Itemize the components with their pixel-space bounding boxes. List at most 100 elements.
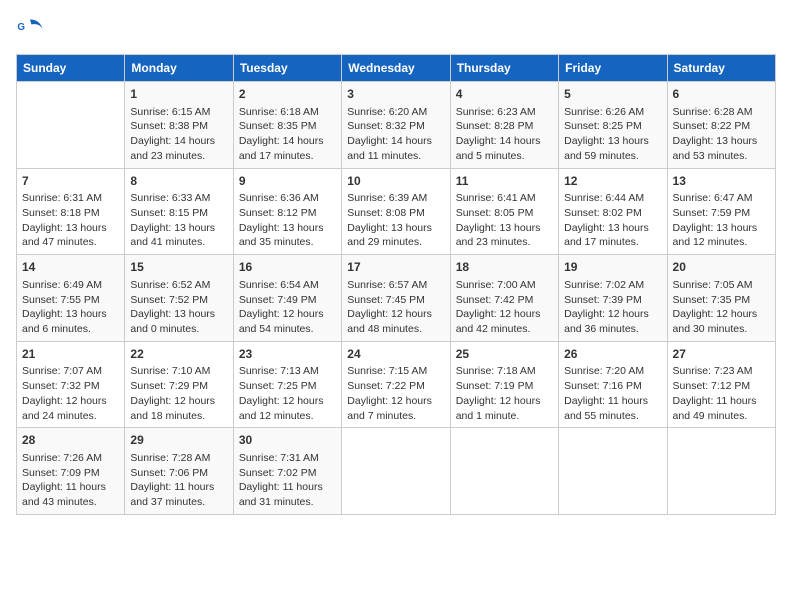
calendar-week-5: 28 Sunrise: 7:26 AM Sunset: 7:09 PM Dayli… <box>17 428 776 515</box>
day-info: Sunrise: 6:15 AM Sunset: 8:38 PM Dayligh… <box>130 105 227 164</box>
calendar-cell: 16 Sunrise: 6:54 AM Sunset: 7:49 PM Dayli… <box>233 255 341 342</box>
calendar-cell: 12Sunrise: 6:44 AM Sunset: 8:02 PM Dayli… <box>559 168 667 255</box>
day-info: Sunrise: 6:36 AM Sunset: 8:12 PM Dayligh… <box>239 191 336 250</box>
calendar-cell: 29Sunrise: 7:28 AM Sunset: 7:06 PM Dayli… <box>125 428 233 515</box>
calendar-week-2: 7Sunrise: 6:31 AM Sunset: 8:18 PM Daylig… <box>17 168 776 255</box>
day-info: Sunrise: 6:23 AM Sunset: 8:28 PM Dayligh… <box>456 105 553 164</box>
day-info: Sunrise: 7:18 AM Sunset: 7:19 PM Dayligh… <box>456 364 553 423</box>
day-info: Sunrise: 6:20 AM Sunset: 8:32 PM Dayligh… <box>347 105 444 164</box>
calendar-cell: 20Sunrise: 7:05 AM Sunset: 7:35 PM Dayli… <box>667 255 775 342</box>
day-number: 25 <box>456 346 553 363</box>
calendar-cell <box>559 428 667 515</box>
calendar-cell <box>450 428 558 515</box>
day-number: 11 <box>456 173 553 190</box>
day-number: 1 <box>130 86 227 103</box>
svg-text:G: G <box>17 22 25 33</box>
day-info: Sunrise: 7:10 AM Sunset: 7:29 PM Dayligh… <box>130 364 227 423</box>
day-info: Sunrise: 7:31 AM Sunset: 7:02 PM Dayligh… <box>239 451 336 510</box>
calendar-cell: 13Sunrise: 6:47 AM Sunset: 7:59 PM Dayli… <box>667 168 775 255</box>
day-number: 7 <box>22 173 119 190</box>
calendar-cell: 27Sunrise: 7:23 AM Sunset: 7:12 PM Dayli… <box>667 341 775 428</box>
day-number: 23 <box>239 346 336 363</box>
calendar-cell: 28 Sunrise: 7:26 AM Sunset: 7:09 PM Dayli… <box>17 428 125 515</box>
day-header-monday: Monday <box>125 55 233 82</box>
day-number: 30 <box>239 432 336 449</box>
calendar-cell <box>667 428 775 515</box>
calendar-cell: 18Sunrise: 7:00 AM Sunset: 7:42 PM Dayli… <box>450 255 558 342</box>
calendar-cell: 3 Sunrise: 6:20 AM Sunset: 8:32 PM Daylig… <box>342 82 450 169</box>
calendar-cell: 4 Sunrise: 6:23 AM Sunset: 8:28 PM Daylig… <box>450 82 558 169</box>
calendar-cell: 14 Sunrise: 6:49 AM Sunset: 7:55 PM Dayli… <box>17 255 125 342</box>
calendar-cell: 10Sunrise: 6:39 AM Sunset: 8:08 PM Dayli… <box>342 168 450 255</box>
calendar-cell: 23Sunrise: 7:13 AM Sunset: 7:25 PM Dayli… <box>233 341 341 428</box>
calendar-cell: 6 Sunrise: 6:28 AM Sunset: 8:22 PM Daylig… <box>667 82 775 169</box>
calendar-cell: 21Sunrise: 7:07 AM Sunset: 7:32 PM Dayli… <box>17 341 125 428</box>
calendar-cell: 19 Sunrise: 7:02 AM Sunset: 7:39 PM Dayli… <box>559 255 667 342</box>
day-number: 13 <box>673 173 770 190</box>
calendar-body: 1 Sunrise: 6:15 AM Sunset: 8:38 PM Daylig… <box>17 82 776 515</box>
day-info: Sunrise: 7:00 AM Sunset: 7:42 PM Dayligh… <box>456 278 553 337</box>
day-info: Sunrise: 7:23 AM Sunset: 7:12 PM Dayligh… <box>673 364 770 423</box>
day-info: Sunrise: 6:52 AM Sunset: 7:52 PM Dayligh… <box>130 278 227 337</box>
day-number: 2 <box>239 86 336 103</box>
day-number: 8 <box>130 173 227 190</box>
day-number: 9 <box>239 173 336 190</box>
day-header-sunday: Sunday <box>17 55 125 82</box>
day-info: Sunrise: 7:26 AM Sunset: 7:09 PM Dayligh… <box>22 451 119 510</box>
day-number: 26 <box>564 346 661 363</box>
day-number: 21 <box>22 346 119 363</box>
day-info: Sunrise: 6:49 AM Sunset: 7:55 PM Dayligh… <box>22 278 119 337</box>
day-number: 17 <box>347 259 444 276</box>
day-number: 6 <box>673 86 770 103</box>
day-info: Sunrise: 6:31 AM Sunset: 8:18 PM Dayligh… <box>22 191 119 250</box>
day-header-wednesday: Wednesday <box>342 55 450 82</box>
logo-icon: G <box>16 16 44 44</box>
calendar-cell: 30 Sunrise: 7:31 AM Sunset: 7:02 PM Dayli… <box>233 428 341 515</box>
day-info: Sunrise: 6:26 AM Sunset: 8:25 PM Dayligh… <box>564 105 661 164</box>
calendar-cell: 11Sunrise: 6:41 AM Sunset: 8:05 PM Dayli… <box>450 168 558 255</box>
day-info: Sunrise: 6:54 AM Sunset: 7:49 PM Dayligh… <box>239 278 336 337</box>
day-number: 15 <box>130 259 227 276</box>
day-header-friday: Friday <box>559 55 667 82</box>
day-header-thursday: Thursday <box>450 55 558 82</box>
calendar-cell: 26Sunrise: 7:20 AM Sunset: 7:16 PM Dayli… <box>559 341 667 428</box>
day-number: 14 <box>22 259 119 276</box>
day-number: 28 <box>22 432 119 449</box>
day-number: 20 <box>673 259 770 276</box>
day-number: 19 <box>564 259 661 276</box>
calendar-cell: 2 Sunrise: 6:18 AM Sunset: 8:35 PM Daylig… <box>233 82 341 169</box>
day-info: Sunrise: 7:07 AM Sunset: 7:32 PM Dayligh… <box>22 364 119 423</box>
calendar-cell: 15 Sunrise: 6:52 AM Sunset: 7:52 PM Dayli… <box>125 255 233 342</box>
calendar-cell: 25Sunrise: 7:18 AM Sunset: 7:19 PM Dayli… <box>450 341 558 428</box>
day-info: Sunrise: 6:39 AM Sunset: 8:08 PM Dayligh… <box>347 191 444 250</box>
day-info: Sunrise: 6:57 AM Sunset: 7:45 PM Dayligh… <box>347 278 444 337</box>
calendar-cell: 17 Sunrise: 6:57 AM Sunset: 7:45 PM Dayli… <box>342 255 450 342</box>
calendar-week-1: 1 Sunrise: 6:15 AM Sunset: 8:38 PM Daylig… <box>17 82 776 169</box>
day-info: Sunrise: 7:28 AM Sunset: 7:06 PM Dayligh… <box>130 451 227 510</box>
day-info: Sunrise: 6:44 AM Sunset: 8:02 PM Dayligh… <box>564 191 661 250</box>
logo: G <box>16 16 46 44</box>
calendar-cell <box>17 82 125 169</box>
calendar-cell: 8Sunrise: 6:33 AM Sunset: 8:15 PM Daylig… <box>125 168 233 255</box>
calendar-cell: 9Sunrise: 6:36 AM Sunset: 8:12 PM Daylig… <box>233 168 341 255</box>
page-header: G <box>16 16 776 44</box>
calendar-cell: 24Sunrise: 7:15 AM Sunset: 7:22 PM Dayli… <box>342 341 450 428</box>
calendar-cell <box>342 428 450 515</box>
calendar-week-4: 21Sunrise: 7:07 AM Sunset: 7:32 PM Dayli… <box>17 341 776 428</box>
day-info: Sunrise: 6:28 AM Sunset: 8:22 PM Dayligh… <box>673 105 770 164</box>
day-info: Sunrise: 7:13 AM Sunset: 7:25 PM Dayligh… <box>239 364 336 423</box>
calendar-week-3: 14 Sunrise: 6:49 AM Sunset: 7:55 PM Dayli… <box>17 255 776 342</box>
calendar-cell: 22Sunrise: 7:10 AM Sunset: 7:29 PM Dayli… <box>125 341 233 428</box>
day-number: 5 <box>564 86 661 103</box>
day-number: 24 <box>347 346 444 363</box>
day-number: 4 <box>456 86 553 103</box>
calendar-header: SundayMondayTuesdayWednesdayThursdayFrid… <box>17 55 776 82</box>
calendar-table: SundayMondayTuesdayWednesdayThursdayFrid… <box>16 54 776 515</box>
day-number: 3 <box>347 86 444 103</box>
day-number: 16 <box>239 259 336 276</box>
day-info: Sunrise: 7:02 AM Sunset: 7:39 PM Dayligh… <box>564 278 661 337</box>
day-info: Sunrise: 7:20 AM Sunset: 7:16 PM Dayligh… <box>564 364 661 423</box>
day-info: Sunrise: 6:47 AM Sunset: 7:59 PM Dayligh… <box>673 191 770 250</box>
day-info: Sunrise: 6:18 AM Sunset: 8:35 PM Dayligh… <box>239 105 336 164</box>
day-header-row: SundayMondayTuesdayWednesdayThursdayFrid… <box>17 55 776 82</box>
